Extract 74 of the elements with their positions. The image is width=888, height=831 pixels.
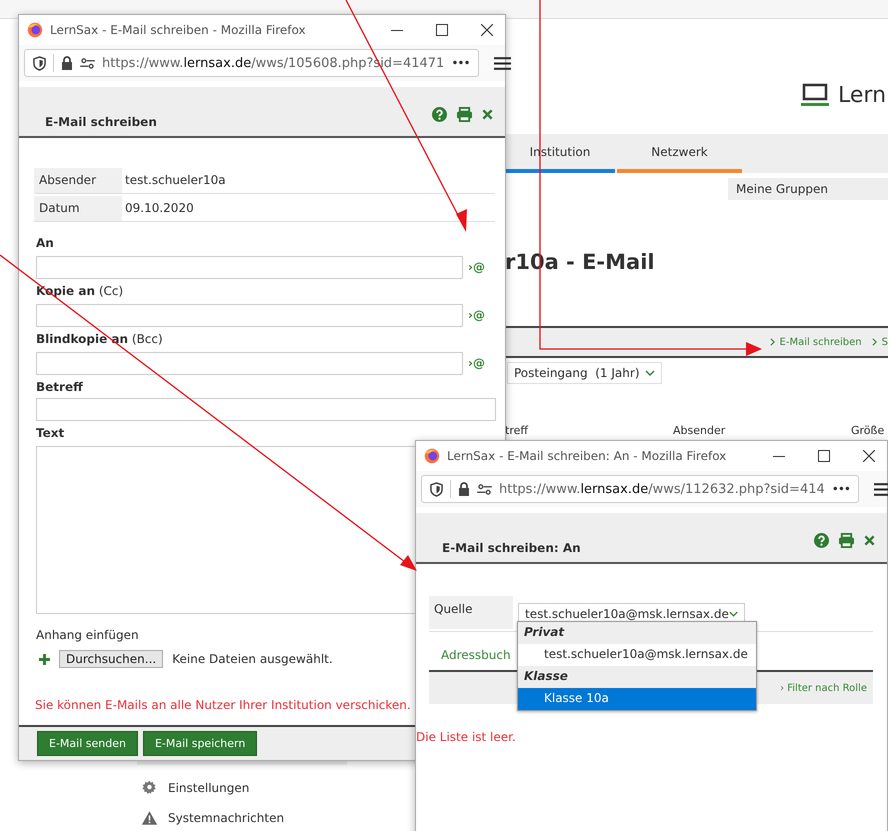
address-book-link[interactable]: ›@ xyxy=(468,356,485,370)
field-label: Betreff xyxy=(35,380,84,396)
subnav-link[interactable]: Meine Gruppen xyxy=(728,178,888,200)
folder-dropdown[interactable]: Posteingang (1 Jahr) xyxy=(507,362,662,384)
chevron-down-icon xyxy=(645,370,655,376)
panel-title: E-Mail schreiben: An xyxy=(442,541,581,555)
address-book-tab[interactable]: Adressbuch xyxy=(441,648,511,670)
window-title: LernSax - E-Mail schreiben: An - Mozilla Firefox xyxy=(447,449,728,463)
maximize-icon[interactable] xyxy=(818,450,830,462)
input-field[interactable] xyxy=(36,304,463,327)
dropdown-option[interactable]: Klasse 10a xyxy=(518,688,756,710)
help-icon[interactable] xyxy=(814,533,829,548)
print-icon[interactable] xyxy=(456,107,473,122)
dropdown-option[interactable]: test.schueler10a@msk.lernsax.de xyxy=(518,644,756,666)
breadcrumb-link[interactable]: S xyxy=(872,336,888,348)
address-bar[interactable]: https://www.lernsax.de/wws/112632.php?sid=414 ••• xyxy=(421,475,859,503)
shield-icon xyxy=(33,56,46,70)
window-title: LernSax - E-Mail schreiben - Mozilla Firefox xyxy=(50,23,307,37)
panel-title: E-Mail schreiben xyxy=(45,115,157,129)
close-icon[interactable] xyxy=(481,24,493,36)
action-button[interactable]: E-Mail senden xyxy=(37,731,138,756)
input-field[interactable] xyxy=(36,256,463,279)
browse-button[interactable]: Durchsuchen... xyxy=(59,650,164,668)
sliders-icon xyxy=(80,58,95,68)
plus-icon[interactable] xyxy=(39,654,50,664)
logo-text: Lern xyxy=(838,82,886,108)
menu-icon[interactable] xyxy=(494,56,511,70)
field-label: Absender xyxy=(34,168,122,193)
close-icon[interactable] xyxy=(863,450,875,462)
menu-icon[interactable] xyxy=(874,482,888,496)
file-status: Keine Dateien ausgewählt. xyxy=(172,652,333,666)
chevron-icon xyxy=(770,338,775,346)
browser-logo-icon xyxy=(27,22,43,38)
url-text: https://www.lernsax.de/wws/112632.php?sid=414 xyxy=(499,482,825,496)
action-button[interactable]: E-Mail speichern xyxy=(142,731,258,756)
sidebar-item[interactable]: Einstellungen xyxy=(137,779,347,796)
more-menu[interactable]: ••• xyxy=(451,56,470,70)
help-icon[interactable] xyxy=(432,107,447,122)
browser-logo-icon xyxy=(424,448,440,464)
gear-icon xyxy=(141,779,158,796)
nav-tab[interactable]: Netzwerk xyxy=(617,134,742,173)
field-value: test.schueler10a xyxy=(124,172,226,189)
address-book-link[interactable]: ›@ xyxy=(468,260,485,274)
print-icon[interactable] xyxy=(838,533,855,548)
chevron-down-icon xyxy=(728,610,738,616)
warning-icon xyxy=(141,810,158,826)
column-header[interactable]: Absender xyxy=(673,424,726,437)
filter-link[interactable]: › Filter nach Rolle xyxy=(780,682,867,694)
field-label: Anhang einfügen xyxy=(35,628,140,644)
chevron-icon xyxy=(872,338,877,346)
field-label: An xyxy=(35,236,55,252)
maximize-icon[interactable] xyxy=(436,24,448,36)
breadcrumb-link[interactable]: E-Mail schreiben xyxy=(770,336,862,348)
column-header[interactable]: Größe xyxy=(851,424,884,437)
option-group-label: Privat xyxy=(518,622,756,644)
field-label: Text xyxy=(35,426,66,442)
more-menu[interactable]: ••• xyxy=(832,482,850,496)
laptop-icon xyxy=(800,83,830,107)
field-label: Datum xyxy=(34,196,122,221)
field-label: Quelle xyxy=(429,596,513,629)
notice-text: Sie können E-Mails an alle Nutzer Ihrer Institution verschicken. xyxy=(34,698,412,712)
address-book-link[interactable]: ›@ xyxy=(468,308,485,322)
lock-icon xyxy=(61,56,73,70)
input-field[interactable] xyxy=(36,398,496,421)
input-field[interactable] xyxy=(36,352,463,375)
field-value: 09.10.2020 xyxy=(124,200,194,217)
option-group-label: Klasse xyxy=(518,666,756,688)
field-label: Blindkopie an (Bcc) xyxy=(35,332,164,348)
lock-icon xyxy=(458,482,470,496)
sidebar-item[interactable]: Systemnachrichten xyxy=(137,810,347,826)
shield-icon xyxy=(430,482,443,496)
empty-message: Die Liste ist leer. xyxy=(416,730,517,744)
sliders-icon xyxy=(477,484,492,494)
column-header[interactable]: treff xyxy=(505,424,528,437)
